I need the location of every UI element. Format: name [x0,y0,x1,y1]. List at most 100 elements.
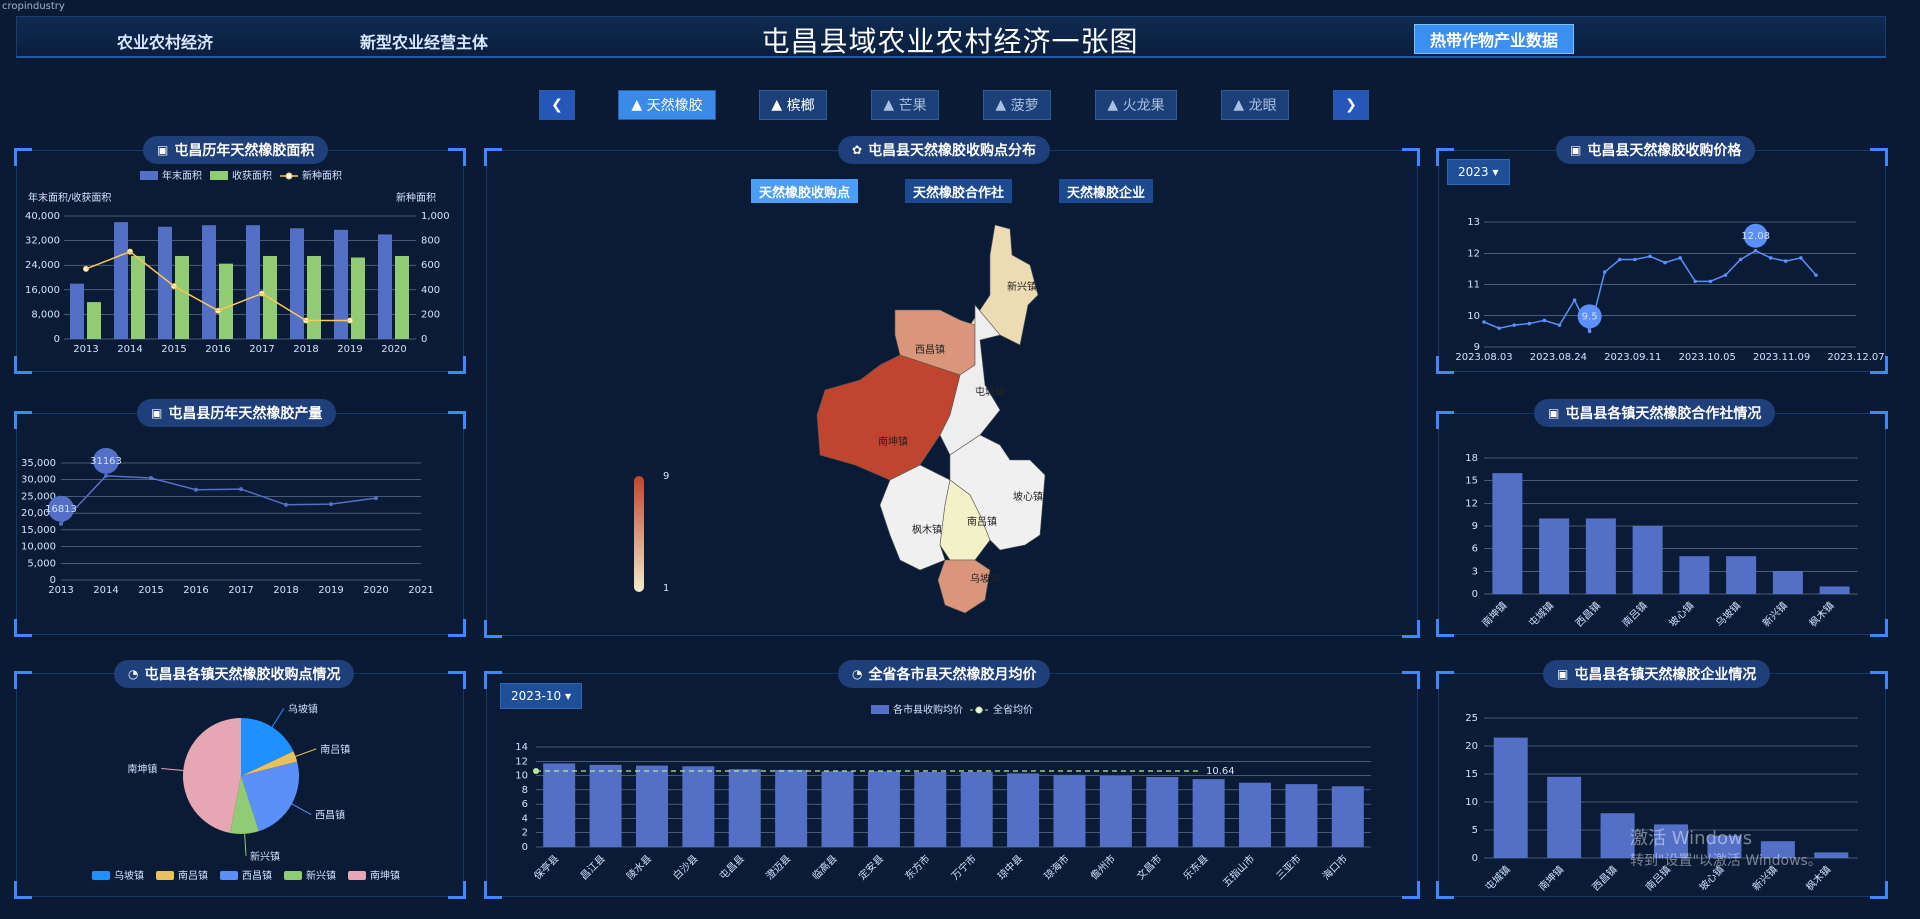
x-tick-label: 琼中县 [995,852,1025,882]
map-tab-purchase-points[interactable]: 天然橡胶收购点 [751,179,859,203]
map-tab-enterprises[interactable]: 天然橡胶企业 [1059,179,1154,203]
y-tick-label: 15 [1465,476,1478,487]
legend-swatch [871,705,889,714]
tab-new-agri-entities[interactable]: 新型农业经营主体 [360,29,488,53]
map-region-nankun[interactable] [816,354,961,481]
pin-label: 12.08 [1741,231,1770,242]
y-tick-label: 25,000 [21,491,56,502]
legend-label: 新种面积 [302,169,342,182]
tab-crop-mango[interactable]: ▲ 芒果 [871,90,939,120]
map-tab-cooperatives[interactable]: 天然橡胶合作社 [905,179,1013,203]
tab-crop-longan[interactable]: ▲ 龙眼 [1221,90,1289,120]
x-tick-label: 五指山市 [1220,852,1257,889]
bar [1331,786,1364,847]
map-label-xichang: 西昌镇 [915,343,945,356]
y-tick-label: 0 [522,842,528,853]
pin-label: 31163 [90,456,122,467]
bar [635,765,668,847]
x-tick-label: 坡心镇 [1666,599,1696,629]
bar [1007,773,1040,847]
tab-crop-pineapple[interactable]: ▲ 菠萝 [983,90,1051,120]
tab-crop-pitaya[interactable]: ▲ 火龙果 [1095,90,1177,120]
bar [589,764,622,847]
panel-corner [14,671,32,689]
tab-rural-economy[interactable]: 农业农村经济 [117,29,213,53]
x-tick-label: 2023.08.03 [1455,352,1512,363]
bar [1146,777,1179,847]
pie-label-line [295,748,317,757]
y-tick-label: 10 [1465,797,1478,808]
x-tick-label: 2015 [161,344,186,355]
tab-crop-rubber[interactable]: ▲ 天然橡胶 [618,90,716,120]
next-crop-button[interactable]: ❯ [1333,90,1369,120]
y-tick-label: 0 [1472,853,1478,864]
bar-harvest [87,302,101,339]
bar-harvest [395,255,409,339]
town-map: 新兴镇 西昌镇 屯城镇 南坤镇 坡心镇 枫木镇 南吕镇 乌坡镇 [816,224,1046,614]
x-tick-label: 2018 [273,585,298,596]
tab-crop-areca[interactable]: ▲ 槟榔 [759,90,827,120]
x-tick-label: 屯城镇 [1482,863,1512,893]
x-tick-label: 2023.10.05 [1679,352,1736,363]
average-label: 10.64 [1206,766,1235,777]
bar-harvest [219,263,233,339]
pie-slice-label: 乌坡镇 [288,702,318,715]
map-icon: ✿ [852,143,863,157]
map-region-wupo[interactable] [937,559,991,614]
panel-title-coop: ▣ 屯昌县各镇天然橡胶合作社情况 [1534,399,1776,427]
coop-chart: 0 3 6 9 12 15 18 南坤镇 屯城镇 西昌镇 南吕镇 坡心镇 乌坡镇 新兴镇 枫木镇 [1465,453,1858,629]
bar-year-end [114,222,128,339]
x-tick-label: 西昌镇 [1589,863,1619,893]
x-tick-label: 白沙县 [670,852,700,882]
x-tick-label: 2014 [117,344,142,355]
pie-slice [183,718,241,833]
price-chart: 9101112132023.08.03 2023.08.24 2023.09.11 2… [1455,217,1884,363]
monthly-chart: 0 2 4 6 8 10 12 14 保亭县 昌江县 陵水县 白沙县 屯昌县 澄迈县 临高县 定安县 东方市 万宁… [515,703,1371,889]
map-label-fengmu: 枫木镇 [912,523,942,536]
y-tick-label: 15 [1465,769,1478,780]
x-tick-label: 澄迈县 [763,852,793,882]
bar-year-end [246,225,260,339]
pin-label: 16813 [45,504,77,515]
y2-tick-label: 200 [421,309,440,320]
bar [543,763,576,847]
x-tick-label: 2018 [293,344,318,355]
legend-swatch [285,172,293,180]
area-chart: 0 8,000 16,000 24,000 32,000 40,000 0 200 400 600… [25,169,450,355]
y-tick-label: 10,000 [21,542,56,553]
y-tick-label: 11 [1467,280,1480,291]
y-tick-label: 5 [1472,825,1478,836]
x-tick-label: 南坤镇 [1536,863,1566,893]
x-tick-label: 2020 [381,344,406,355]
x-tick-label: 陵水县 [624,853,654,883]
bar [1285,784,1318,847]
x-tick-label: 乌坡镇 [1713,599,1743,629]
panel-corner [448,671,466,689]
prev-crop-button[interactable]: ❮ [539,90,575,120]
bar [775,769,808,847]
bar [1493,737,1528,858]
map-region-fengmu[interactable] [879,464,951,571]
windows-activation-watermark: 激活 Windows [1630,828,1753,849]
x-tick-label: 乐东县 [1180,852,1210,882]
x-tick-label: 南吕镇 [1619,599,1649,629]
x-tick-label: 万宁市 [948,852,978,882]
y-tick-label: 18 [1465,453,1478,464]
output-chart: 05,00010,00015,00020,00025,00030,00035,0… [21,447,434,596]
pie-label-line [161,767,184,772]
pie-slice-label: 新兴镇 [250,850,280,863]
chart-icon: ▣ [151,406,163,420]
y-tick-label: 8,000 [31,309,60,320]
tropical-crop-data-button[interactable]: 热带作物产业数据 [1414,24,1574,54]
y-tick-label: 9 [1472,521,1478,532]
bar-year-end [202,225,216,339]
bar [1099,775,1132,847]
panel-title-ent: ▣ 屯昌县各镇天然橡胶企业情况 [1543,660,1771,688]
bar [1239,782,1272,847]
bar [728,769,761,847]
average-marker [533,768,539,774]
bar-harvest [263,255,277,339]
y2-axis-title: 新种面积 [396,191,436,204]
bar [1726,556,1757,594]
x-tick-label: 新兴镇 [1760,599,1790,629]
